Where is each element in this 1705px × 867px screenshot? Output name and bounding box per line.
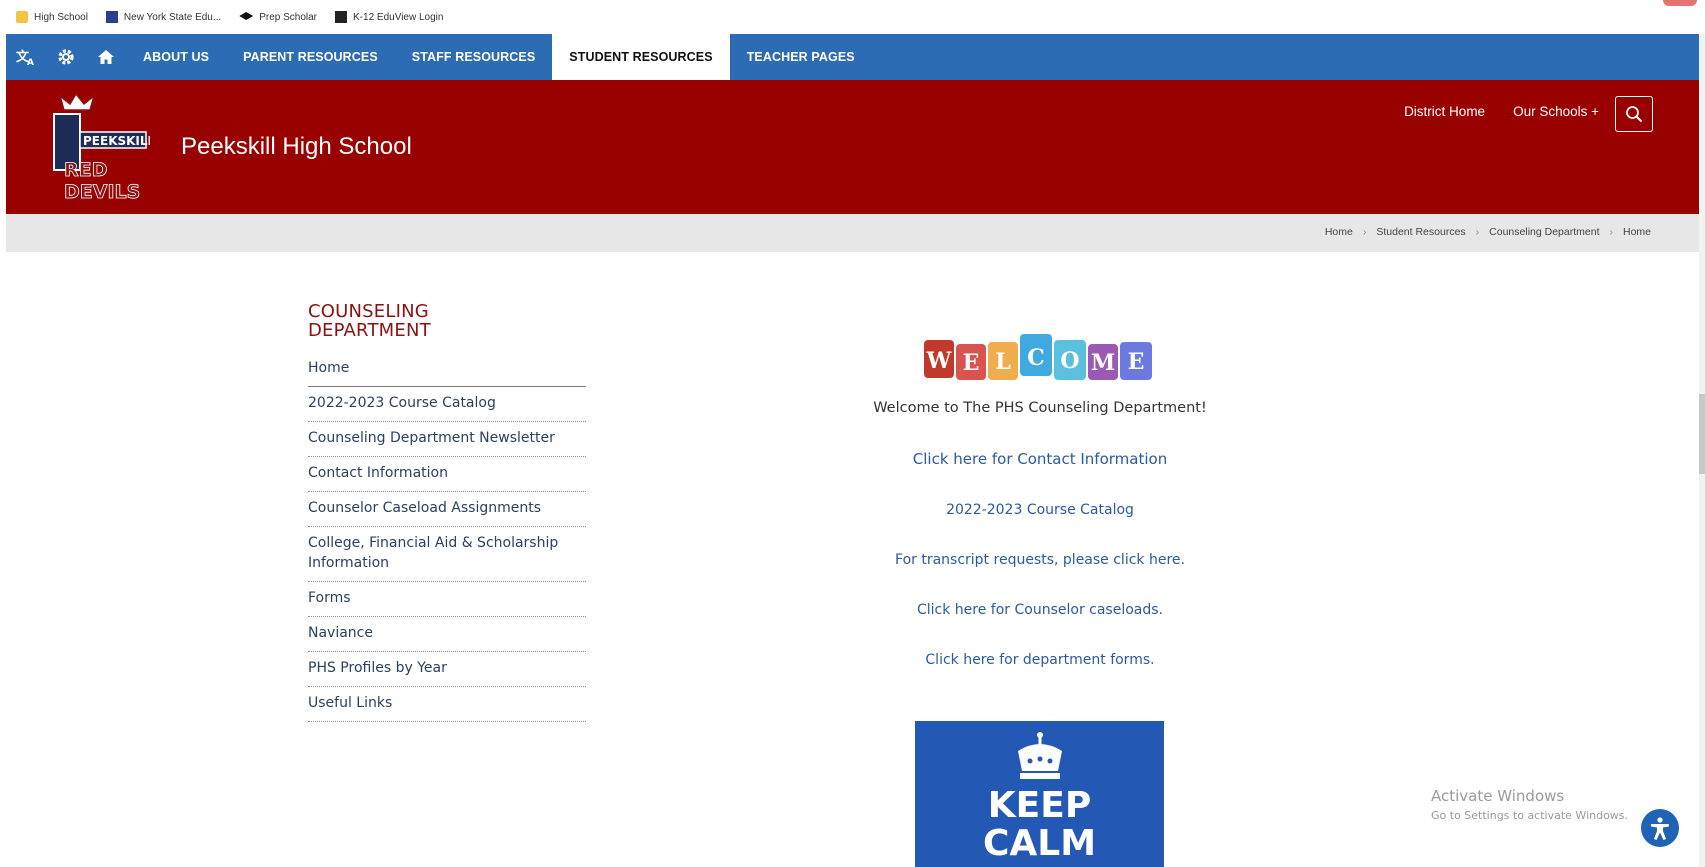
folder-icon (16, 11, 28, 23)
keep-calm-poster: KEEP CALM (915, 721, 1164, 867)
district-home-link[interactable]: District Home (1404, 104, 1485, 119)
breadcrumb-bar: Home › Student Resources › Counseling De… (6, 214, 1699, 252)
translate-icon[interactable]: 文A (6, 34, 46, 80)
nav-teacher-pages[interactable]: TEACHER PAGES (730, 34, 872, 80)
welcome-banner-image: W E L C O M E (910, 330, 1170, 392)
header-links: District Home Our Schools + (1404, 104, 1599, 119)
crown-icon (1010, 729, 1070, 785)
top-navigation: 文A ABOUT US PARENT RESOURCES STAFF RESOU… (6, 34, 1699, 80)
bookmark-label: K-12 EduView Login (353, 11, 444, 23)
welcome-letter: E (963, 350, 980, 376)
activate-windows-watermark: Activate Windows Go to Settings to activ… (1431, 787, 1628, 822)
bookmark-k12-eduview[interactable]: K-12 EduView Login (335, 11, 443, 23)
bookmark-label: New York State Edu... (123, 11, 222, 23)
search-icon (1626, 106, 1643, 123)
breadcrumb: Home › Student Resources › Counseling De… (1325, 226, 1651, 238)
main-content: W E L C O M E Welcome to The PHS Counsel… (800, 330, 1280, 702)
poster-line-2: CALM (982, 823, 1097, 864)
bookmarks-bar: High School New York State Edu... Prep S… (0, 0, 1705, 34)
home-icon[interactable] (86, 34, 126, 80)
breadcrumb-current: Home (1622, 226, 1651, 238)
school-logo[interactable]: PEEKSKILL RED DEVILS (50, 92, 156, 204)
welcome-text: Welcome to The PHS Counseling Department… (873, 400, 1207, 416)
svg-text:A: A (27, 58, 34, 66)
course-catalog-link[interactable]: 2022-2023 Course Catalog (800, 502, 1280, 518)
accessibility-button[interactable] (1641, 809, 1679, 847)
poster-line-1: KEEP (987, 785, 1092, 826)
bookmark-label: High School (34, 11, 88, 23)
search-button[interactable] (1615, 96, 1653, 132)
k12-icon (335, 11, 348, 23)
welcome-letter: C (1027, 345, 1045, 371)
sidebar-item-newsletter[interactable]: Counseling Department Newsletter (308, 422, 586, 457)
nav-parent-resources[interactable]: PARENT RESOURCES (226, 34, 395, 80)
browser-profile-button[interactable] (1663, 0, 1697, 6)
graduation-cap-icon (239, 12, 254, 20)
breadcrumb-student-resources[interactable]: Student Resources (1376, 226, 1465, 238)
breadcrumb-home[interactable]: Home (1325, 226, 1353, 238)
transcript-requests-link[interactable]: For transcript requests, please click he… (800, 552, 1280, 568)
department-forms-link[interactable]: Click here for department forms. (800, 652, 1280, 668)
logo-text-2: RED (64, 159, 107, 181)
sidebar: COUNSELING DEPARTMENT Home 2022-2023 Cou… (308, 302, 586, 722)
sidebar-item-useful-links[interactable]: Useful Links (308, 687, 586, 722)
watermark-line-2: Go to Settings to activate Windows. (1431, 809, 1629, 822)
breadcrumb-counseling-department[interactable]: Counseling Department (1489, 226, 1599, 238)
sidebar-item-home[interactable]: Home (308, 352, 586, 387)
page-scrollbar[interactable] (1699, 34, 1705, 867)
welcome-letter: E (1128, 349, 1145, 375)
chevron-right-icon: › (1475, 226, 1480, 238)
sidebar-item-phs-profiles[interactable]: PHS Profiles by Year (308, 652, 586, 687)
sidebar-item-forms[interactable]: Forms (308, 582, 586, 617)
scrollbar-thumb[interactable] (1699, 394, 1705, 474)
sidebar-item-college-financial-aid[interactable]: College, Financial Aid & Scholarship Inf… (308, 527, 586, 582)
site-title[interactable]: Peekskill High School (181, 133, 412, 161)
accessibility-icon (1651, 817, 1669, 840)
counselor-caseloads-link[interactable]: Click here for Counselor caseloads. (800, 602, 1280, 618)
chevron-right-icon: › (1609, 226, 1613, 238)
nav-about-us[interactable]: ABOUT US (126, 34, 226, 80)
welcome-letter: W (926, 348, 952, 374)
bookmark-high-school[interactable]: High School (16, 11, 88, 23)
logo-text-3: DEVILS (64, 181, 140, 203)
bookmark-nys-education[interactable]: New York State Edu... (105, 11, 222, 23)
nys-icon (105, 11, 118, 23)
nav-staff-resources[interactable]: STAFF RESOURCES (395, 34, 553, 80)
watermark-line-1: Activate Windows (1431, 787, 1565, 805)
nav-student-resources[interactable]: STUDENT RESOURCES (552, 34, 730, 80)
sidebar-item-naviance[interactable]: Naviance (308, 617, 586, 652)
contact-information-link[interactable]: Click here for Contact Information (800, 450, 1280, 468)
sidebar-item-course-catalog[interactable]: 2022-2023 Course Catalog (308, 387, 586, 422)
sidebar-item-caseload-assignments[interactable]: Counselor Caseload Assignments (308, 492, 586, 527)
chevron-right-icon: › (1362, 226, 1367, 238)
bookmark-label: Prep Scholar (259, 11, 318, 23)
sidebar-item-contact-information[interactable]: Contact Information (308, 457, 586, 492)
sidebar-title: COUNSELING DEPARTMENT (308, 301, 431, 341)
bookmark-prep-scholar[interactable]: Prep Scholar (239, 12, 317, 23)
site-header: PEEKSKILL RED DEVILS Peekskill High Scho… (6, 80, 1699, 214)
gear-icon[interactable] (46, 34, 86, 80)
welcome-letter: M (1091, 350, 1115, 376)
welcome-letter: O (1060, 348, 1079, 374)
logo-text-1: PEEKSKILL (83, 134, 150, 148)
our-schools-link[interactable]: Our Schools + (1513, 104, 1599, 119)
welcome-letter: L (995, 349, 1010, 375)
